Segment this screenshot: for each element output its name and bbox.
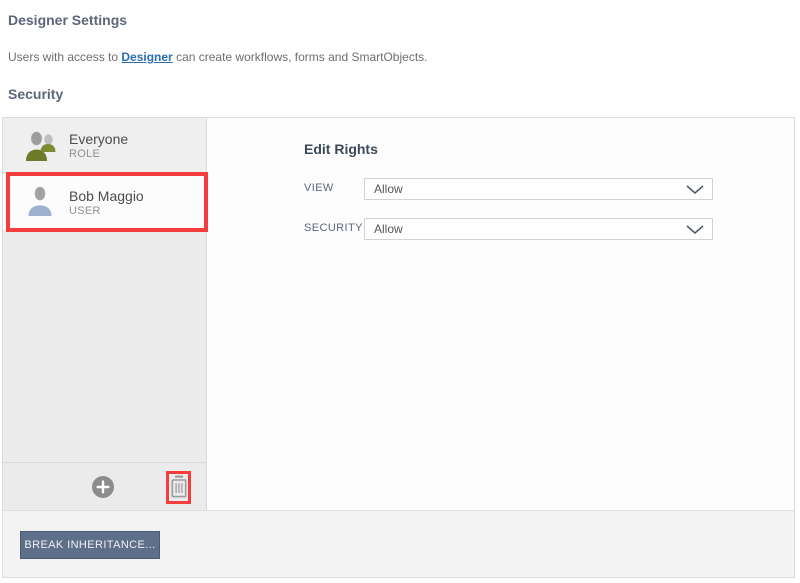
item-name: Bob Maggio [69,188,144,205]
designer-settings-page: Designer Settings Users with access to D… [0,0,800,583]
edit-rights-title: Edit Rights [304,141,378,157]
description-prefix: Users with access to [8,50,121,64]
list-item-everyone[interactable]: Everyone ROLE [3,118,206,174]
list-toolbar [3,462,206,510]
security-label: SECURITY [304,222,363,234]
edit-rights-panel: Edit Rights VIEW Allow SECURITY Allow [207,118,794,510]
designer-link[interactable]: Designer [121,50,172,64]
view-select[interactable]: Allow [364,178,713,200]
break-inheritance-button[interactable]: BREAK INHERITANCE... [20,531,160,559]
list-item-bob-maggio[interactable]: Bob Maggio USER [3,174,206,230]
item-text-bob-maggio: Bob Maggio USER [69,188,144,217]
security-select-value: Allow [374,222,686,236]
inheritance-footer: BREAK INHERITANCE... [3,510,794,577]
item-name: Everyone [69,131,128,148]
security-select[interactable]: Allow [364,218,713,240]
view-label: VIEW [304,182,334,194]
page-title: Designer Settings [8,12,127,28]
delete-user-button[interactable] [171,475,187,501]
role-group-icon [24,129,58,163]
plus-circle-icon [92,486,114,501]
annotation-highlight-delete [166,471,191,504]
chevron-down-icon [686,225,704,234]
item-type: USER [69,205,144,217]
view-select-value: Allow [374,182,686,196]
chevron-down-icon [686,185,704,194]
item-text-everyone: Everyone ROLE [69,131,128,160]
add-user-button[interactable] [92,476,114,498]
trash-icon [171,475,187,501]
item-type: ROLE [69,148,128,160]
principal-list: Everyone ROLE Bob Maggio USER [3,118,207,510]
security-heading: Security [8,86,63,102]
security-panels: Everyone ROLE Bob Maggio USER [3,118,794,510]
security-container: Everyone ROLE Bob Maggio USER [2,117,795,578]
description-suffix: can create workflows, forms and SmartObj… [173,50,428,64]
user-icon [24,185,58,219]
page-description: Users with access to Designer can create… [8,50,428,64]
